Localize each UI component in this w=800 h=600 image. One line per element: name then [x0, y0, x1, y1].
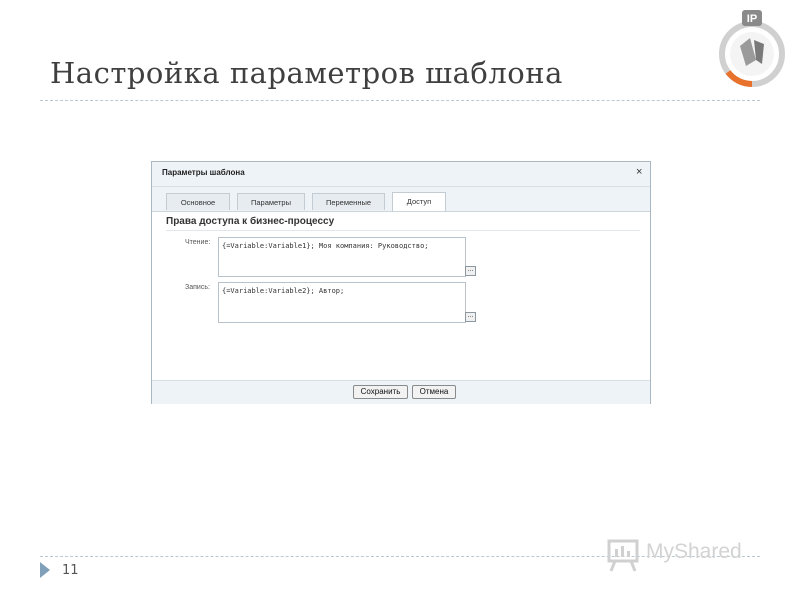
- logo-badge: IP: [747, 13, 757, 25]
- tab-parameters[interactable]: Параметры: [237, 193, 305, 210]
- ip-logo: IP: [719, 10, 785, 87]
- write-picker-button[interactable]: ...: [465, 312, 476, 322]
- cancel-button[interactable]: Отмена: [412, 385, 456, 399]
- write-access-field[interactable]: {=Variable:Variable2}; Автор;: [218, 282, 466, 323]
- dialog-tabs: Основное Параметры Переменные Доступ: [152, 187, 650, 212]
- read-access-field[interactable]: {=Variable:Variable1}; Моя компания: Рук…: [218, 237, 466, 277]
- save-button[interactable]: Сохранить: [353, 385, 408, 399]
- template-settings-dialog: Параметры шаблона × Основное Параметры П…: [151, 161, 651, 404]
- slide-title: Настройка параметров шаблона: [50, 56, 563, 90]
- page-number: 11: [62, 563, 79, 578]
- close-icon[interactable]: ×: [636, 166, 642, 178]
- dialog-header: Параметры шаблона ×: [152, 162, 650, 187]
- dialog-title: Параметры шаблона: [162, 168, 245, 177]
- tab-access[interactable]: Доступ: [392, 192, 446, 211]
- myshared-watermark: MyShared: [646, 540, 742, 563]
- section-title: Права доступа к бизнес-процессу: [166, 216, 335, 227]
- write-field-label: Запись:: [185, 284, 210, 291]
- section-divider: [166, 230, 640, 231]
- dialog-footer: Сохранить Отмена: [152, 380, 650, 404]
- title-divider: [40, 100, 760, 101]
- read-field-label: Чтение:: [185, 239, 211, 246]
- page-arrow-icon: [40, 562, 50, 578]
- read-picker-button[interactable]: ...: [465, 266, 476, 276]
- tab-general[interactable]: Основное: [166, 193, 230, 210]
- tab-variables[interactable]: Переменные: [312, 193, 385, 210]
